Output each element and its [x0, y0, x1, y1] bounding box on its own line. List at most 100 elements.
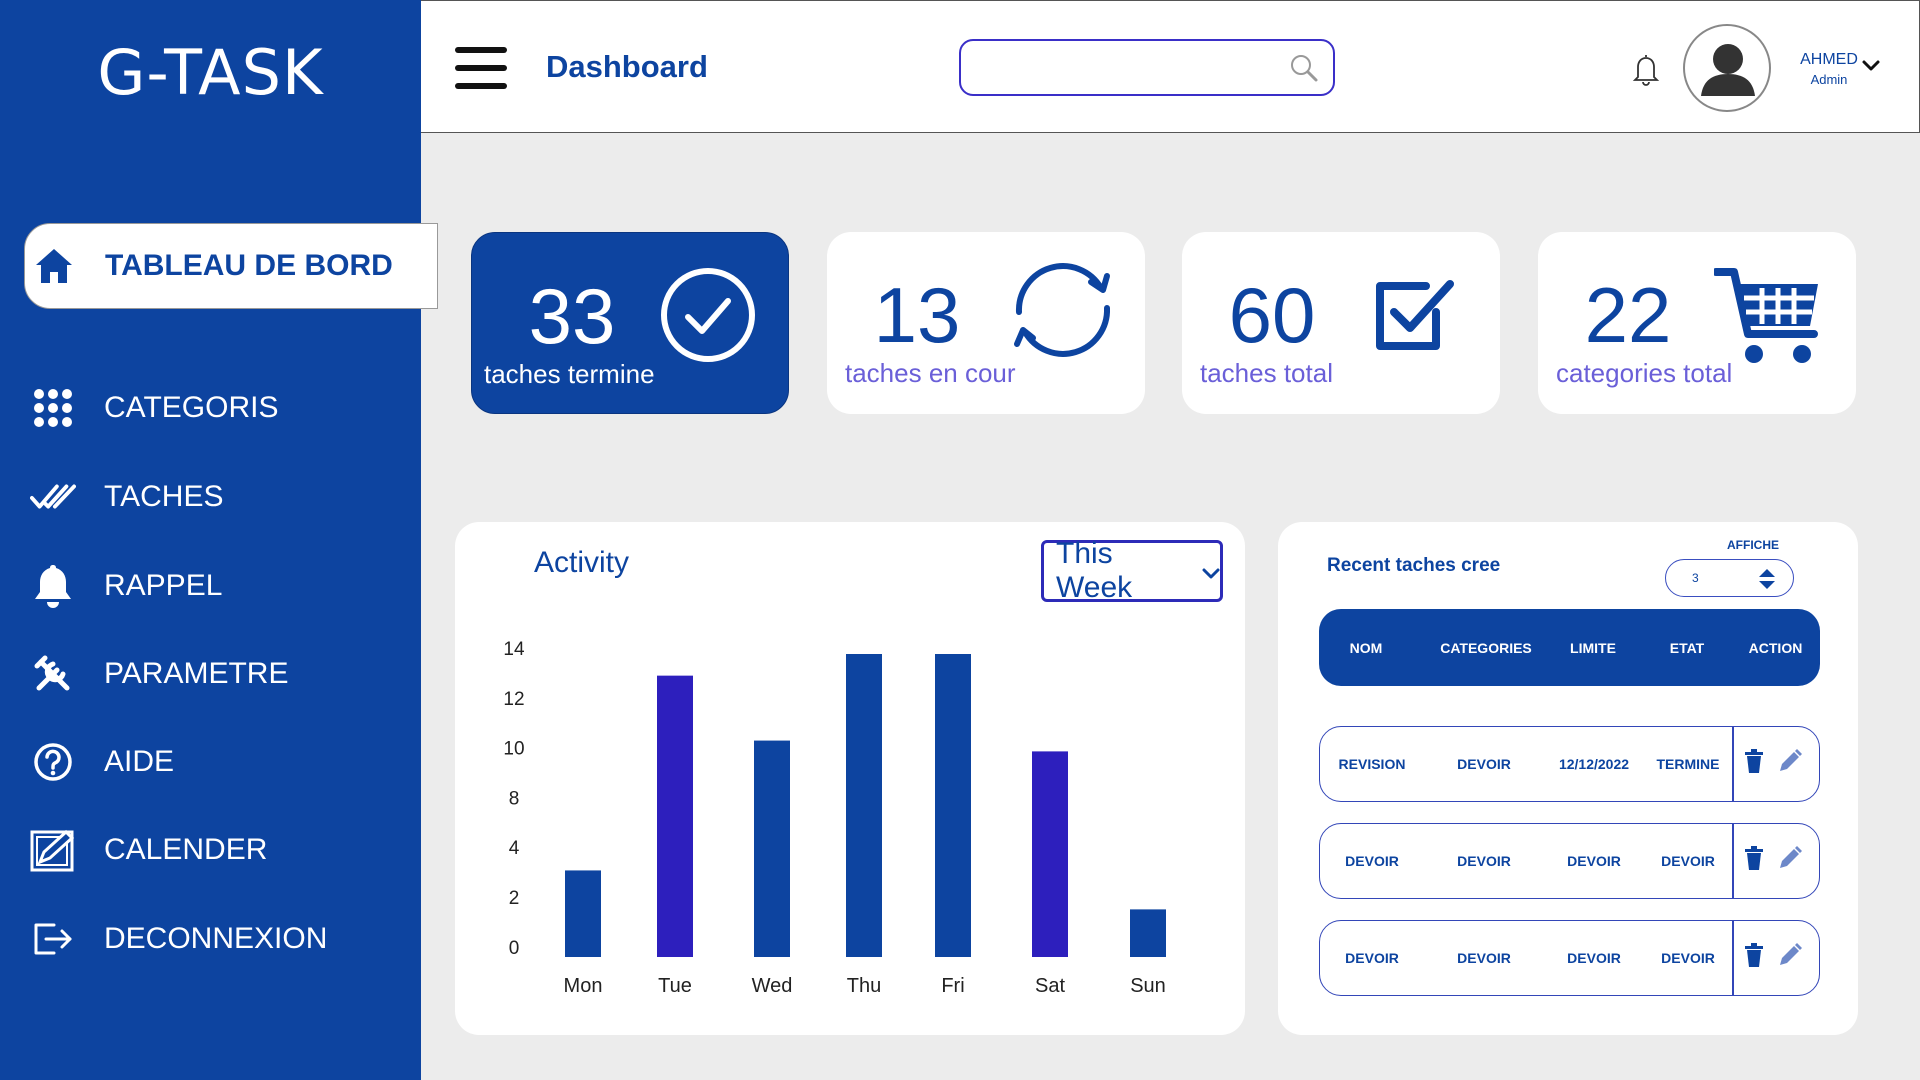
- search-input[interactable]: [975, 51, 1275, 85]
- sidebar-item-label: CALENDER: [104, 833, 268, 866]
- double-check-icon: [30, 474, 76, 520]
- stat-label: taches termine: [484, 359, 655, 389]
- search-bar[interactable]: [959, 39, 1335, 96]
- grid-icon: [30, 385, 76, 431]
- cell-categorie: DEVOIR: [1457, 950, 1511, 966]
- affiche-count-stepper[interactable]: 3: [1665, 559, 1794, 597]
- x-tick-label: Fri: [941, 975, 964, 997]
- sidebar-item-label: CATEGORIS: [104, 391, 279, 424]
- sync-icon: [1005, 260, 1121, 365]
- stat-value: 33: [528, 272, 616, 360]
- row-divider: [1732, 727, 1734, 801]
- cart-icon: [1712, 268, 1824, 377]
- notification-bell-icon[interactable]: [1632, 53, 1660, 92]
- bar-mon: [565, 870, 601, 957]
- stat-label: categories total: [1556, 358, 1733, 388]
- cell-etat: DEVOIR: [1661, 950, 1715, 966]
- avatar[interactable]: [1683, 24, 1771, 112]
- top-header: Dashboard AHMED Admin: [421, 0, 1920, 133]
- x-tick-label: Thu: [847, 975, 881, 997]
- check-circle-icon: [658, 265, 758, 370]
- sidebar-item-label: PARAMETRE: [104, 657, 289, 690]
- app-logo: G-TASK: [97, 36, 324, 109]
- edit-pencil-icon[interactable]: [1778, 943, 1802, 967]
- stat-card-categories[interactable]: 22 categories total: [1538, 232, 1856, 414]
- sidebar-item-aide[interactable]: AIDE: [30, 732, 174, 792]
- chevron-down-icon[interactable]: [1861, 59, 1881, 78]
- sidebar-item-tableau-de-bord[interactable]: TABLEAU DE BORD: [24, 223, 438, 309]
- y-tick-label: 14: [503, 639, 525, 660]
- edit-pencil-icon[interactable]: [1778, 846, 1802, 870]
- cell-categorie: DEVOIR: [1457, 853, 1511, 869]
- affiche-label: AFFICHE: [1727, 538, 1779, 552]
- row-divider: [1732, 824, 1734, 898]
- table-header: NOM CATEGORIES LIMITE ETAT ACTION: [1319, 609, 1820, 686]
- cell-categorie: DEVOIR: [1457, 756, 1511, 772]
- stat-value: 13: [873, 271, 961, 359]
- sidebar-item-label: RAPPEL: [104, 569, 223, 602]
- cell-etat: TERMINE: [1656, 756, 1720, 772]
- y-tick-label: 2: [509, 888, 520, 909]
- sidebar-item-label: AIDE: [104, 745, 175, 778]
- bar-wed: [754, 740, 790, 957]
- column-header-action: ACTION: [1748, 639, 1803, 656]
- y-tick-label: 10: [503, 739, 524, 760]
- activity-bar-chart: 14 12 10 8 4 2 0 Mon Tue Wed Thu Fri Sat Sun: [503, 639, 1166, 997]
- row-divider: [1732, 921, 1734, 995]
- calendar-edit-icon: [30, 827, 76, 873]
- user-role: Admin: [1810, 72, 1848, 87]
- user-name: AHMED: [1800, 51, 1858, 68]
- sidebar-item-label: TABLEAU DE BORD: [105, 249, 393, 282]
- table-row[interactable]: REVISION DEVOIR 12/12/2022 TERMINE: [1319, 726, 1820, 802]
- trash-icon[interactable]: [1744, 846, 1764, 870]
- x-tick-label: Tue: [658, 975, 692, 997]
- stat-card-total[interactable]: 60 taches total: [1182, 232, 1500, 414]
- sidebar-item-parametre[interactable]: PARAMETRE: [30, 644, 288, 704]
- cell-nom: DEVOIR: [1345, 950, 1399, 966]
- sidebar-item-taches[interactable]: TACHES: [30, 467, 223, 527]
- checkbox-icon: [1374, 272, 1458, 361]
- table-row[interactable]: DEVOIR DEVOIR DEVOIR DEVOIR: [1319, 920, 1820, 996]
- bar-thu: [846, 654, 882, 957]
- sidebar-item-calender[interactable]: CALENDER: [30, 820, 267, 880]
- sidebar: G-TASK TABLEAU DE BORD CATEGORIS TACHES: [0, 0, 438, 1080]
- column-header-etat: ETAT: [1669, 639, 1705, 656]
- search-icon[interactable]: [1289, 53, 1319, 88]
- trash-icon[interactable]: [1744, 943, 1764, 967]
- trash-icon[interactable]: [1744, 749, 1764, 773]
- cell-limite: DEVOIR: [1567, 950, 1621, 966]
- edit-pencil-icon[interactable]: [1778, 749, 1802, 773]
- cell-limite: DEVOIR: [1567, 853, 1621, 869]
- bar-fri: [935, 654, 971, 957]
- activity-panel: Activity This Week 14 12 10 8 4 2 0 Mon Tue Wed Th…: [455, 522, 1245, 1035]
- column-header-categories: CATEGORIES: [1440, 639, 1532, 656]
- sidebar-item-label: TACHES: [104, 480, 224, 513]
- stat-card-completed[interactable]: 33 taches termine: [471, 232, 789, 414]
- sidebar-item-categoris[interactable]: CATEGORIS: [30, 378, 278, 438]
- help-icon: [30, 739, 76, 785]
- home-icon: [31, 243, 77, 289]
- x-tick-label: Sat: [1035, 975, 1065, 997]
- column-header-limite: LIMITE: [1570, 639, 1616, 656]
- stat-value: 22: [1584, 271, 1672, 359]
- bar-tue: [657, 675, 693, 957]
- x-tick-label: Wed: [752, 975, 793, 997]
- cell-etat: DEVOIR: [1661, 853, 1715, 869]
- spinner-arrows-icon[interactable]: [1757, 567, 1777, 594]
- stat-card-in-progress[interactable]: 13 taches en cour: [827, 232, 1145, 414]
- stat-label: taches en cour: [845, 358, 1016, 388]
- table-row[interactable]: DEVOIR DEVOIR DEVOIR DEVOIR: [1319, 823, 1820, 899]
- column-header-nom: NOM: [1349, 639, 1383, 656]
- affiche-value: 3: [1692, 571, 1699, 585]
- menu-icon[interactable]: [455, 47, 507, 89]
- recent-tasks-panel: Recent taches cree AFFICHE 3 NOM CATEGOR…: [1278, 522, 1858, 1035]
- bar-sun: [1130, 909, 1166, 957]
- stat-label: taches total: [1200, 358, 1333, 388]
- sidebar-item-rappel[interactable]: RAPPEL: [30, 556, 222, 616]
- page-title: Dashboard: [546, 49, 708, 84]
- sidebar-item-deconnexion[interactable]: DECONNEXION: [30, 909, 327, 969]
- y-tick-label: 12: [503, 689, 524, 710]
- bar-sat: [1032, 751, 1068, 957]
- cell-limite: 12/12/2022: [1558, 756, 1630, 772]
- x-tick-label: Mon: [564, 975, 603, 997]
